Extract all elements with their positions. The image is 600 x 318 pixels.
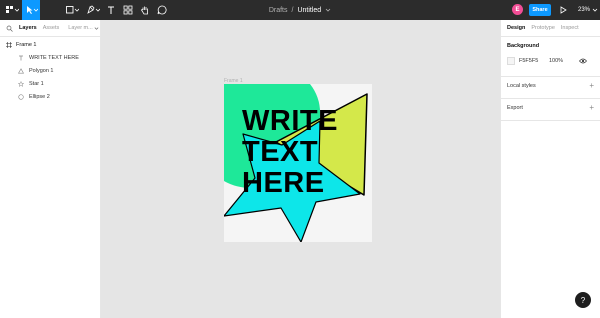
local-styles-section: Local styles + xyxy=(501,77,600,99)
left-panel-tabs: Layers Assets Layer m... xyxy=(0,20,100,37)
tab-assets[interactable]: Assets xyxy=(43,25,60,31)
background-hex-input[interactable]: F5F5F5 xyxy=(519,58,549,64)
present-button[interactable] xyxy=(557,0,569,20)
frame-text-layer[interactable]: WRITE TEXT HERE xyxy=(242,106,338,199)
document-title[interactable]: Untitled xyxy=(297,7,321,14)
export-title: Export xyxy=(507,105,523,111)
layer-label: WRITE TEXT HERE xyxy=(29,54,79,61)
layer-row-frame[interactable]: Frame 1 xyxy=(0,39,100,51)
layer-row-polygon[interactable]: Polygon 1 xyxy=(0,64,100,77)
frame[interactable]: WRITE TEXT HERE xyxy=(224,84,372,242)
layer-label: Polygon 1 xyxy=(29,67,54,74)
layer-label: Ellipse 2 xyxy=(29,93,50,100)
background-color-swatch[interactable] xyxy=(507,57,515,65)
layers-panel: Layers Assets Layer m... Frame 1 WRITE T… xyxy=(0,20,101,318)
background-section: Background F5F5F5 100% xyxy=(501,37,600,77)
breadcrumb-folder[interactable]: Drafts xyxy=(269,7,288,14)
frame-layer-label: Frame 1 xyxy=(16,42,37,48)
frame-icon xyxy=(6,42,12,48)
properties-panel: Design Prototype Inspect Background F5F5… xyxy=(500,20,600,318)
export-section: Export + xyxy=(501,99,600,121)
tab-inspect[interactable]: Inspect xyxy=(561,25,579,31)
help-button[interactable]: ? xyxy=(575,292,591,308)
add-style-icon[interactable]: + xyxy=(589,82,594,90)
background-opacity-input[interactable]: 100% xyxy=(549,58,579,64)
chevron-down-icon[interactable] xyxy=(325,7,331,13)
layer-row-text[interactable]: WRITE TEXT HERE xyxy=(0,51,100,64)
search-icon[interactable] xyxy=(6,25,13,32)
breadcrumb-separator: / xyxy=(291,6,294,14)
eye-icon[interactable] xyxy=(579,58,587,64)
tab-design[interactable]: Design xyxy=(507,25,525,31)
text-icon xyxy=(19,55,23,60)
zoom-level: 23% xyxy=(578,7,591,13)
share-button[interactable]: Share xyxy=(529,4,551,16)
canvas[interactable]: Frame 1 WRITE TEXT HERE xyxy=(101,20,500,318)
pages-label: Layer m... xyxy=(68,25,93,31)
layer-row-ellipse[interactable]: Ellipse 2 xyxy=(0,90,100,103)
play-icon xyxy=(560,6,567,14)
layer-row-star[interactable]: Star 1 xyxy=(0,77,100,90)
toolbar: Drafts / Untitled E Share 23% xyxy=(0,0,600,20)
tab-prototype[interactable]: Prototype xyxy=(531,25,555,31)
layer-label: Star 1 xyxy=(29,80,44,87)
chevron-down-icon xyxy=(94,26,99,30)
background-title: Background xyxy=(507,43,540,49)
avatar[interactable]: E xyxy=(512,4,523,15)
zoom-control[interactable]: 23% xyxy=(578,0,598,20)
star-icon xyxy=(18,80,24,87)
pages-dropdown[interactable]: Layer m... xyxy=(68,25,99,31)
tab-layers[interactable]: Layers xyxy=(19,25,37,31)
background-fill-row: F5F5F5 100% xyxy=(507,57,594,65)
polygon-icon xyxy=(18,67,24,73)
add-export-icon[interactable]: + xyxy=(589,104,594,112)
breadcrumb: Drafts / Untitled xyxy=(0,0,600,20)
ellipse-icon xyxy=(18,93,24,100)
chevron-down-icon xyxy=(592,8,598,12)
right-panel-tabs: Design Prototype Inspect xyxy=(501,20,600,37)
local-styles-title: Local styles xyxy=(507,83,536,89)
